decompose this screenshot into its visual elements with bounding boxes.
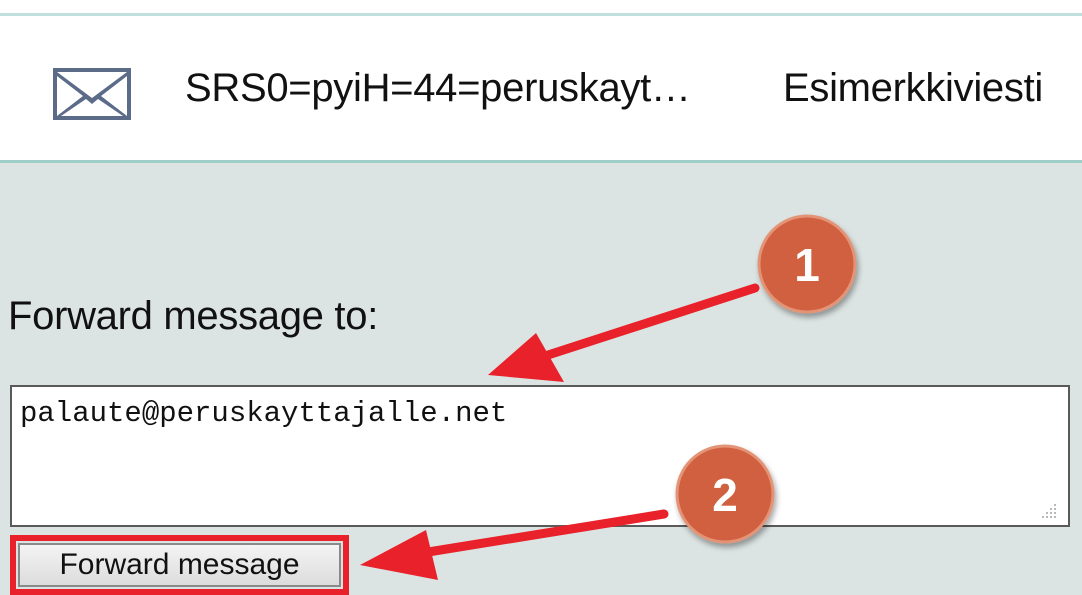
- message-subject[interactable]: Esimerkkiviesti: [783, 66, 1043, 111]
- forward-recipient-input[interactable]: palaute@peruskayttajalle.net: [10, 385, 1070, 527]
- forward-to-label: Forward message to:: [8, 294, 379, 338]
- resize-grip-icon[interactable]: [1040, 502, 1058, 520]
- envelope-icon: [53, 68, 131, 120]
- forward-panel: [0, 163, 1082, 595]
- message-sender[interactable]: SRS0=pyiH=44=peruskayt…: [185, 66, 691, 111]
- forward-button-highlight: [10, 535, 349, 595]
